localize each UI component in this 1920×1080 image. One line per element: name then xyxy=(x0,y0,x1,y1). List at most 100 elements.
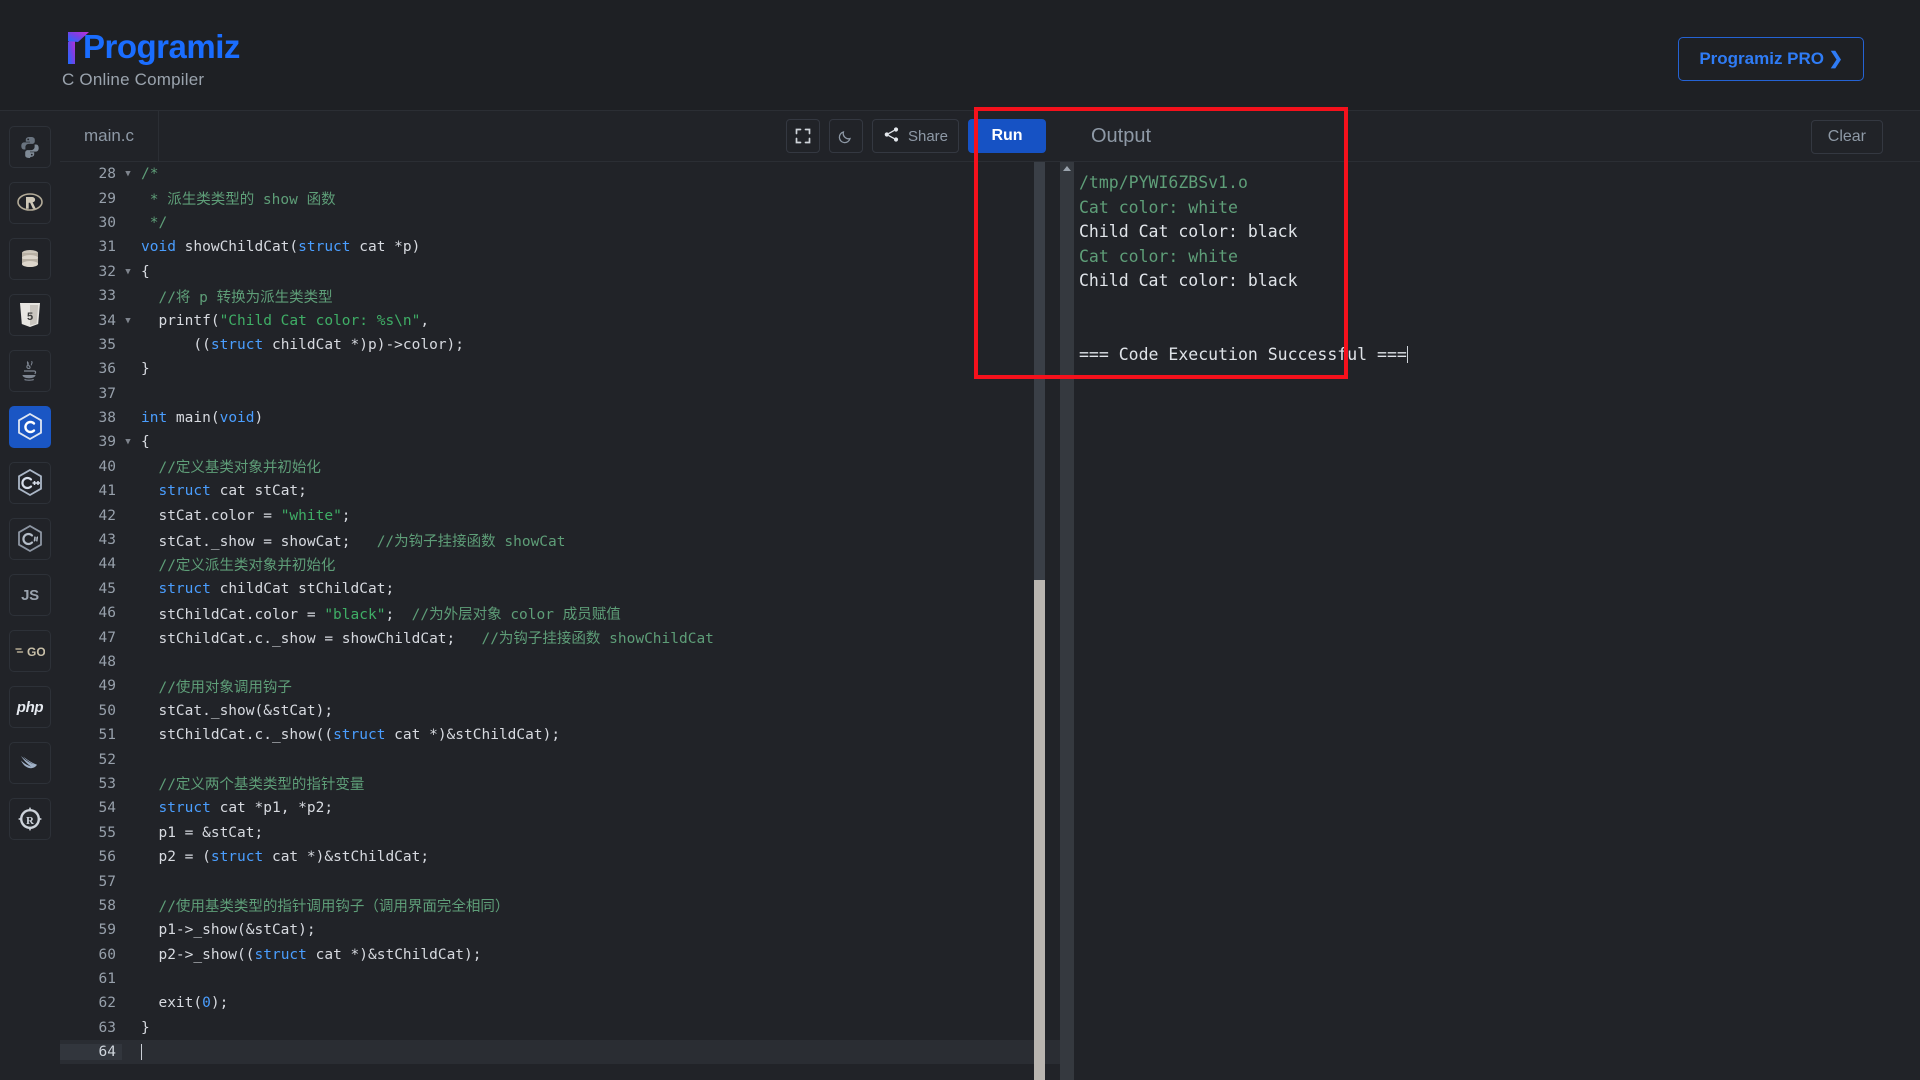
editor-scrollbar-thumb[interactable] xyxy=(1034,580,1045,1080)
code-line[interactable]: 40 //定义基类对象并初始化 xyxy=(60,455,1060,479)
line-number: 54 xyxy=(98,800,116,817)
sidebar-item-python[interactable] xyxy=(9,126,51,168)
code-line[interactable]: 56 p2 = (struct cat *)&stChildCat; xyxy=(60,845,1060,869)
brand-logo[interactable]: Programiz C Online Compiler xyxy=(62,26,240,90)
sidebar-item-cpp[interactable] xyxy=(9,462,51,504)
output-line: Cat color: white xyxy=(1079,197,1238,217)
fold-arrow-icon[interactable]: ▼ xyxy=(122,267,134,277)
code-text: struct childCat stChildCat; xyxy=(158,580,395,597)
code-line[interactable]: 44 //定义派生类对象并初始化 xyxy=(60,552,1060,576)
line-number: 56 xyxy=(98,849,116,866)
fold-arrow-icon[interactable]: ▼ xyxy=(122,169,134,179)
code-line[interactable]: 36} xyxy=(60,357,1060,381)
code-text: } xyxy=(141,1019,150,1036)
code-text: p2->_show((struct cat *)&stChildCat); xyxy=(141,946,482,963)
sidebar-item-csharp[interactable] xyxy=(9,518,51,560)
sidebar-item-go[interactable]: GO xyxy=(9,630,51,672)
code-line[interactable]: 48 xyxy=(60,650,1060,674)
code-line[interactable]: 38 int main(void) xyxy=(60,406,1060,430)
code-line[interactable]: 45 struct childCat stChildCat; xyxy=(60,577,1060,601)
code-line[interactable]: 58 //使用基类类型的指针调用钩子（调用界面完全相同） xyxy=(60,894,1060,918)
sidebar-item-php[interactable]: php xyxy=(9,686,51,728)
sidebar-item-c[interactable] xyxy=(9,406,51,448)
code-line[interactable]: 42 stCat.color = "white"; xyxy=(60,503,1060,527)
code-text: p2 = (struct cat *)&stChildCat; xyxy=(141,849,430,866)
line-number: 53 xyxy=(98,775,116,792)
output-cursor xyxy=(1406,346,1409,364)
share-button[interactable]: Share xyxy=(871,119,959,153)
code-line[interactable]: 34 ▼ printf("Child Cat color: %s\n", xyxy=(60,308,1060,332)
output-scrollbar-track[interactable] xyxy=(1060,162,1074,1080)
sidebar-item-java[interactable] xyxy=(9,350,51,392)
code-line[interactable]: 30 */ xyxy=(60,211,1060,235)
code-text: stChildCat.color = "black"; //为外层对象 colo… xyxy=(141,606,621,623)
code-line[interactable]: 39 ▼ { xyxy=(60,430,1060,454)
code-line[interactable]: 52 xyxy=(60,747,1060,771)
output-title: Output xyxy=(1091,124,1152,147)
run-button[interactable]: Run xyxy=(968,119,1046,153)
line-number: 28 xyxy=(98,166,116,183)
code-line[interactable]: 54 struct cat *p1, *p2; xyxy=(60,796,1060,820)
fold-arrow-icon[interactable]: ▼ xyxy=(122,437,134,447)
code-line[interactable]: 29 * 派生类类型的 show 函数 xyxy=(60,186,1060,210)
sidebar-item-rust[interactable]: R xyxy=(9,798,51,840)
code-text: //将 p 转换为派生类类型 xyxy=(141,289,333,306)
scroll-up-arrow-icon[interactable] xyxy=(1063,166,1071,171)
code-line[interactable]: 37 xyxy=(60,382,1060,406)
code-line[interactable]: 35 ((struct childCat *)p)->color); xyxy=(60,333,1060,357)
code-line[interactable]: 59 p1->_show(&stCat); xyxy=(60,918,1060,942)
line-number: 40 xyxy=(98,458,116,475)
sql-icon xyxy=(18,247,42,271)
code-line[interactable]: 32 ▼ { xyxy=(60,260,1060,284)
line-number: 35 xyxy=(98,336,116,353)
code-line[interactable]: 49 //使用对象调用钩子 xyxy=(60,674,1060,698)
file-tab-main-c[interactable]: main.c xyxy=(60,111,159,161)
code-line[interactable]: 28 ▼ /* xyxy=(60,162,1060,186)
language-sidebar: 5 JS GO php R xyxy=(0,110,60,1080)
python-icon xyxy=(18,135,42,159)
code-line[interactable]: 50 stCat._show(&stCat); xyxy=(60,699,1060,723)
code-line[interactable]: 61 xyxy=(60,967,1060,991)
code-line[interactable]: 60 p2->_show((struct cat *)&stChildCat); xyxy=(60,943,1060,967)
code-line[interactable]: 31 void showChildCat(struct cat *p) xyxy=(60,235,1060,259)
sidebar-item-r[interactable] xyxy=(9,182,51,224)
sidebar-item-swift[interactable] xyxy=(9,742,51,784)
cpp-icon xyxy=(17,469,43,497)
code-text: { xyxy=(141,263,150,280)
swift-icon xyxy=(18,751,42,775)
code-line[interactable]: 51 stChildCat.c._show((struct cat *)&stC… xyxy=(60,723,1060,747)
output-toolbar: Output Clear xyxy=(1060,110,1920,162)
programiz-pro-button[interactable]: Programiz PRO ❯ xyxy=(1678,37,1864,81)
svg-text:R: R xyxy=(26,815,35,827)
clear-button[interactable]: Clear xyxy=(1810,120,1883,154)
text-cursor xyxy=(141,1043,142,1060)
fold-arrow-icon[interactable]: ▼ xyxy=(122,316,134,326)
code-line[interactable]: 41 struct cat stCat; xyxy=(60,479,1060,503)
code-line[interactable]: 47 stChildCat.c._show = showChildCat; //… xyxy=(60,625,1060,649)
output-line: === Code Execution Successful === xyxy=(1079,345,1409,365)
code-text: //使用对象调用钩子 xyxy=(141,679,292,696)
brand-name: Programiz xyxy=(83,28,240,65)
code-line[interactable]: 63} xyxy=(60,1016,1060,1040)
code-text: */ xyxy=(141,214,168,231)
sidebar-item-sql[interactable] xyxy=(9,238,51,280)
line-number: 45 xyxy=(98,580,116,597)
code-line[interactable]: 57 xyxy=(60,869,1060,893)
fullscreen-icon[interactable] xyxy=(785,119,820,153)
line-number: 39 xyxy=(98,434,116,451)
code-line[interactable]: 46 stChildCat.color = "black"; //为外层对象 c… xyxy=(60,601,1060,625)
code-line[interactable]: 33 //将 p 转换为派生类类型 xyxy=(60,284,1060,308)
code-text: struct cat *p1, *p2; xyxy=(158,800,334,817)
line-number: 42 xyxy=(98,507,116,524)
code-text: int main(void) xyxy=(141,410,264,427)
moon-icon[interactable] xyxy=(828,119,863,153)
code-line[interactable]: 55 p1 = &stCat; xyxy=(60,821,1060,845)
sidebar-item-html[interactable]: 5 xyxy=(9,294,51,336)
code-line[interactable]: 53 //定义两个基类类型的指针变量 xyxy=(60,772,1060,796)
code-line[interactable]: 43 stCat._show = showCat; //为钩子挂接函数 show… xyxy=(60,528,1060,552)
code-line[interactable]: 64 xyxy=(60,1040,1060,1065)
code-editor[interactable]: 28 ▼/* 29 * 派生类类型的 show 函数 30 */31 void show… xyxy=(60,162,1060,1080)
sidebar-item-javascript[interactable]: JS xyxy=(9,574,51,616)
code-line[interactable]: 62 exit(0); xyxy=(60,991,1060,1015)
